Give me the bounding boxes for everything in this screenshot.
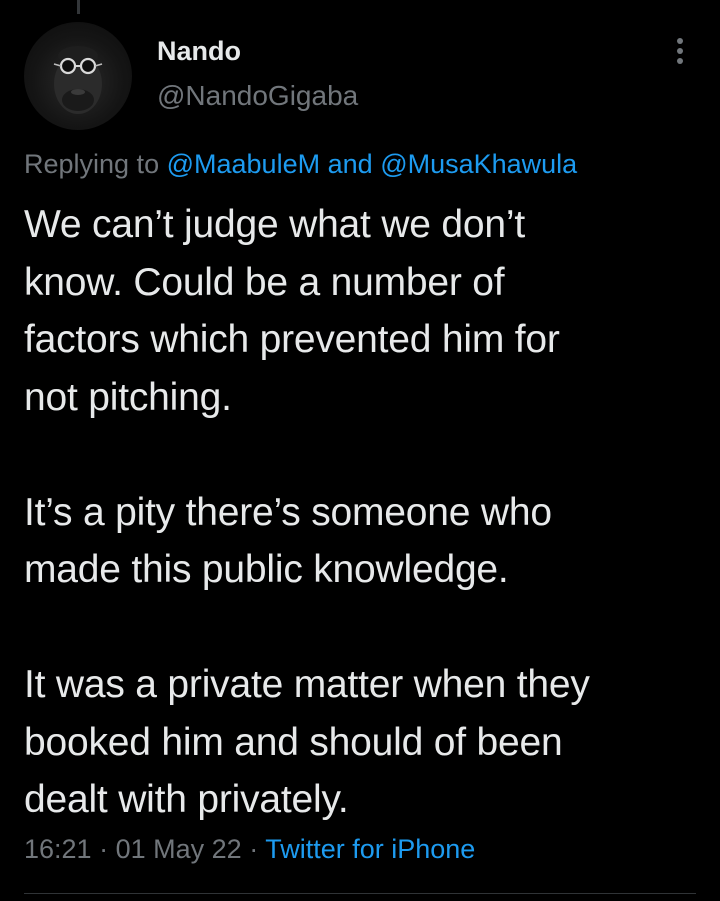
tweet-line: made this public knowledge. — [24, 548, 509, 591]
tweet-text: We can’t judge what we don’t know. Could… — [24, 196, 704, 829]
mention-link[interactable]: @MaabuleM — [167, 149, 320, 179]
tweet-line: dealt with privately. — [24, 778, 349, 821]
thread-connector-line — [77, 0, 80, 14]
tweet-line: We can’t judge what we don’t — [24, 203, 525, 246]
tweet-date[interactable]: 01 May 22 — [116, 834, 242, 864]
tweet-line: It’s a pity there’s someone who — [24, 490, 552, 534]
avatar[interactable] — [24, 22, 132, 130]
tweet-line: It was a private matter when they — [24, 663, 590, 706]
mention-link[interactable]: @MusaKhawula — [380, 149, 577, 179]
author-display-name[interactable]: Nando — [157, 36, 241, 67]
tweet-paragraph: It’s a pity there’s someone who made thi… — [24, 484, 704, 599]
tweet-meta: 16:21 · 01 May 22 · Twitter for iPhone — [24, 834, 475, 865]
tweet-line: factors which prevented him for — [24, 318, 560, 361]
meta-separator: · — [99, 834, 109, 864]
meta-separator: · — [249, 834, 259, 864]
mention-joiner: and — [327, 149, 373, 179]
tweet-time[interactable]: 16:21 — [24, 834, 92, 864]
tweet-line: booked him and should of been — [24, 720, 563, 764]
tweet-paragraph: It was a private matter when they booked… — [24, 656, 704, 829]
replying-to-line: Replying to @MaabuleM and @MusaKhawula — [24, 149, 577, 180]
profile-photo-icon — [53, 46, 103, 114]
replying-to-label: Replying to — [24, 149, 160, 179]
tweet-line: know. Could be a number of — [24, 260, 505, 304]
author-handle[interactable]: @NandoGigaba — [157, 80, 358, 112]
tweet-paragraph: We can’t judge what we don’t know. Could… — [24, 196, 704, 426]
tweet-source-link[interactable]: Twitter for iPhone — [265, 834, 475, 864]
tweet-line: not pitching. — [24, 375, 232, 419]
divider — [24, 893, 696, 894]
more-vertical-icon[interactable] — [668, 36, 692, 66]
